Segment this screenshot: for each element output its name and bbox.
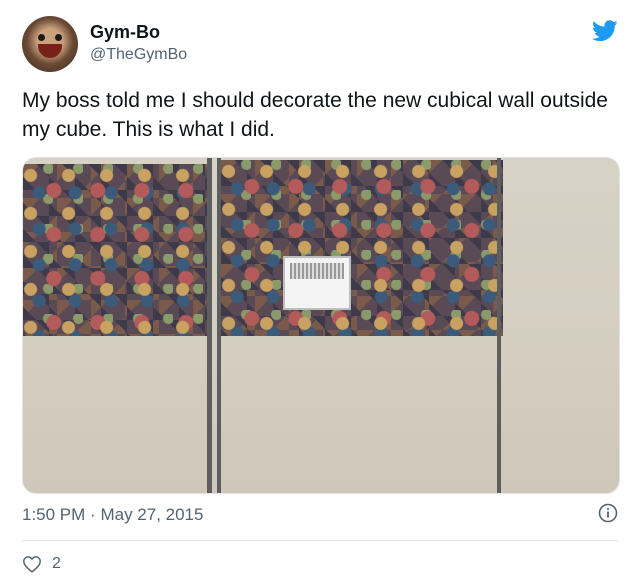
cubicle-pole <box>217 158 221 493</box>
like-count: 2 <box>52 555 61 572</box>
tweet-date: May 27, 2015 <box>100 505 204 524</box>
heart-icon[interactable] <box>22 555 42 573</box>
fabric-panel-left <box>23 164 207 336</box>
picture-frame <box>283 256 351 310</box>
twitter-bird-icon[interactable] <box>592 20 618 42</box>
fabric-panel-right <box>221 160 503 336</box>
author-handle[interactable]: @TheGymBo <box>90 46 187 64</box>
avatar[interactable] <box>22 16 78 72</box>
author-name[interactable]: Gym-Bo <box>90 22 160 43</box>
avatar-eye <box>38 34 45 41</box>
tweet-header: Gym-Bo @TheGymBo <box>22 16 622 74</box>
info-icon[interactable] <box>598 503 618 523</box>
divider <box>22 540 618 541</box>
like-action[interactable]: 2 <box>22 552 61 576</box>
tweet-time: 1:50 PM <box>22 505 86 524</box>
timestamp-separator: · <box>90 505 96 524</box>
frame-picture <box>290 263 344 279</box>
avatar-mouth <box>38 44 62 58</box>
cubicle-pole <box>207 158 212 493</box>
avatar-eye <box>55 34 62 41</box>
tweet-timestamp[interactable]: 1:50 PM · May 27, 2015 <box>22 505 203 525</box>
tweet-text: My boss told me I should decorate the ne… <box>22 89 608 141</box>
tweet-photo[interactable] <box>22 157 620 494</box>
cubicle-pole <box>497 158 501 493</box>
